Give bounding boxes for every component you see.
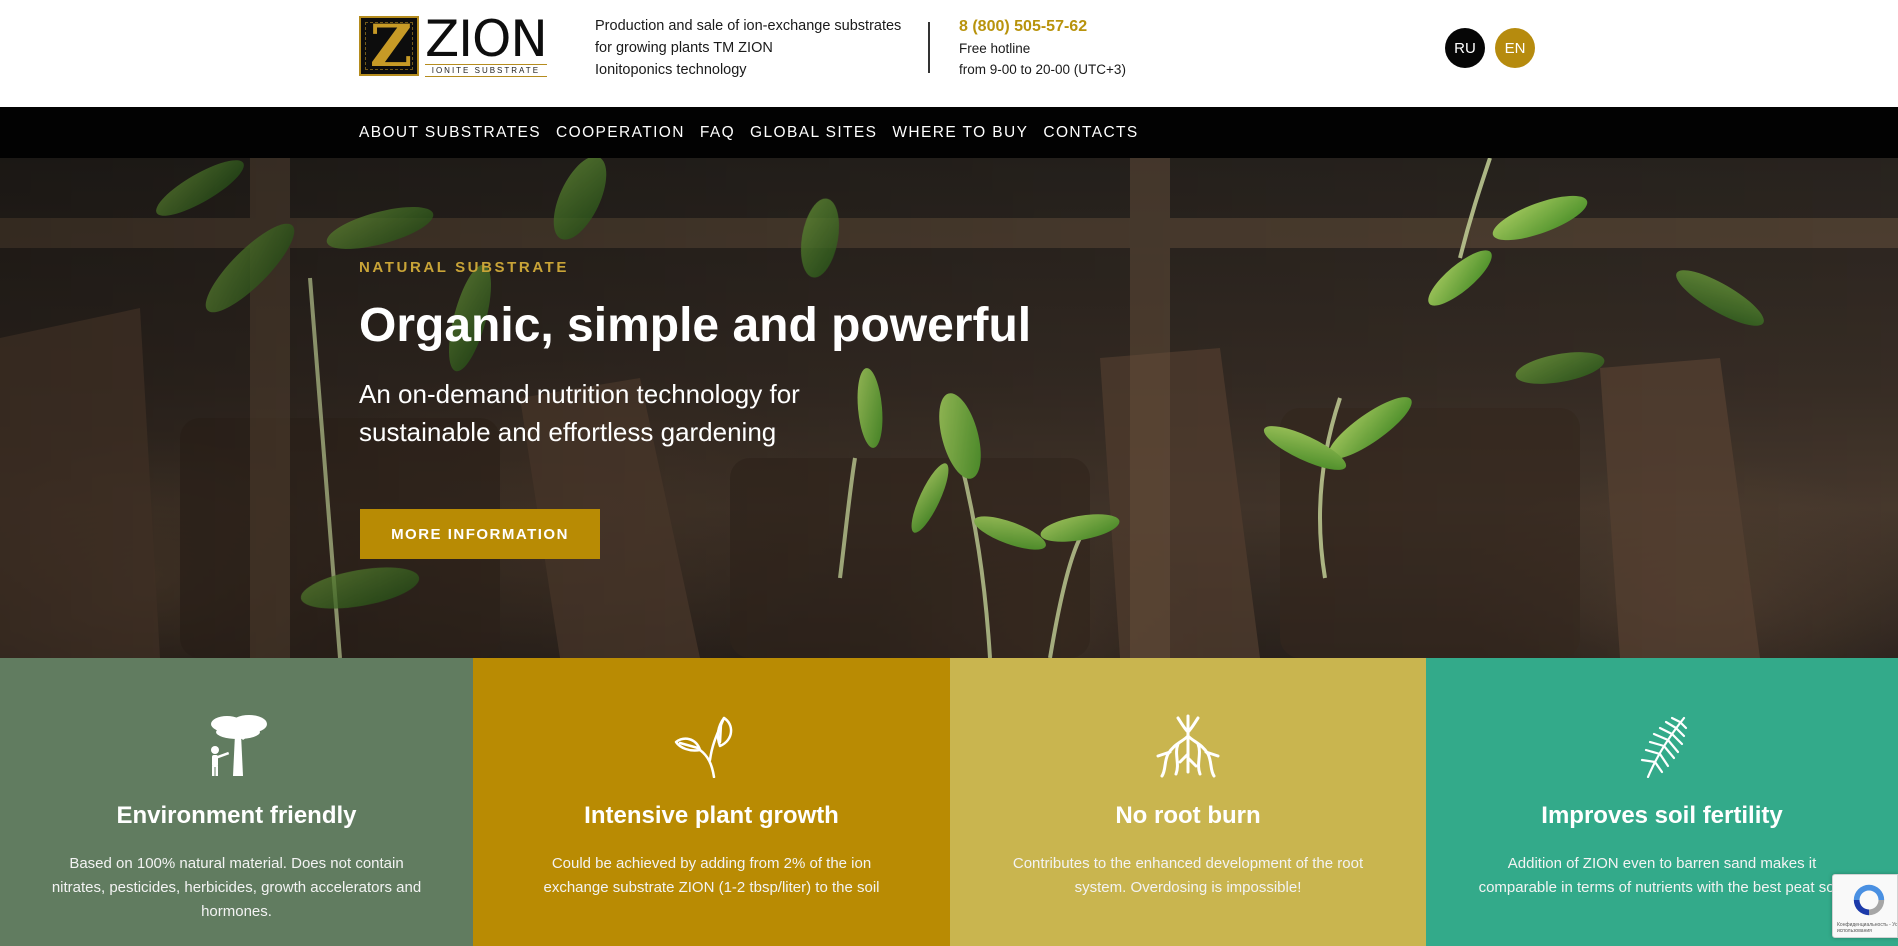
zion-logo[interactable]: Z ZION IONITE SUBSTRATE — [359, 9, 569, 77]
logo-wordmark: ZION — [425, 9, 548, 68]
feature-description: Contributes to the enhanced development … — [1012, 855, 1364, 896]
hero-title: Organic, simple and powerful — [359, 299, 1032, 352]
nav-item-cooperation[interactable]: COOPERATION — [556, 124, 685, 142]
nav-item-contacts[interactable]: CONTACTS — [1043, 124, 1138, 142]
hero-eyebrow: NATURAL SUBSTRATE — [359, 259, 570, 276]
feature-description: Could be achieved by adding from 2% of t… — [543, 855, 880, 896]
feature-description: Based on 100% natural material. Does not… — [51, 855, 422, 920]
recaptcha-text: Конфиденциальность - Условия использован… — [1837, 922, 1898, 934]
nav-item-about-substrates[interactable]: ABOUT SUBSTRATES — [359, 124, 541, 142]
main-nav: ABOUT SUBSTRATES COOPERATION FAQ GLOBAL … — [0, 107, 1898, 158]
logo-subtitle: IONITE SUBSTRATE — [425, 63, 547, 77]
feature-title: Intensive plant growth — [584, 802, 839, 829]
nav-item-global-sites[interactable]: GLOBAL SITES — [750, 124, 877, 142]
site-header: Z ZION IONITE SUBSTRATE Production and s… — [0, 0, 1898, 107]
lang-ru-button[interactable]: RU — [1445, 28, 1485, 68]
feature-intensive-plant-growth: Intensive plant growth Could be achieved… — [473, 658, 950, 946]
nav-item-faq[interactable]: FAQ — [700, 124, 735, 142]
feature-title: No root burn — [1115, 802, 1261, 829]
hero-subtitle: An on-demand nutrition technology for su… — [359, 379, 800, 447]
header-divider — [928, 22, 930, 73]
more-information-button[interactable]: MORE INFORMATION — [360, 509, 600, 559]
features-strip: Environment friendly Based on 100% natur… — [0, 658, 1898, 946]
hotline-contact: 8 (800) 505-57-62 Free hotline from 9-00… — [959, 16, 1126, 80]
lang-en-button[interactable]: EN — [1495, 28, 1535, 68]
hotline-label: Free hotline — [959, 41, 1031, 56]
zion-logo-mark: Z — [359, 16, 419, 76]
hotline-hours: from 9-00 to 20-00 (UTC+3) — [959, 62, 1126, 77]
feature-title: Environment friendly — [116, 802, 357, 829]
recaptcha-badge[interactable]: Конфиденциальность - Условия использован… — [1832, 874, 1898, 938]
fern-icon — [1640, 716, 1688, 778]
feature-improves-soil-fertility: Improves soil fertility Addition of ZION… — [1426, 658, 1898, 946]
tree-icon — [210, 715, 267, 776]
hotline-phone-link[interactable]: 8 (800) 505-57-62 — [959, 16, 1126, 38]
feature-title: Improves soil fertility — [1541, 802, 1783, 829]
feature-no-root-burn: No root burn Contributes to the enhanced… — [950, 658, 1426, 946]
roots-icon — [1156, 714, 1220, 778]
company-tagline: Production and sale of ion-exchange subs… — [595, 18, 902, 78]
hero-banner: NATURAL SUBSTRATE Organic, simple and po… — [0, 158, 1898, 658]
recaptcha-icon — [1853, 884, 1885, 916]
feature-environment-friendly: Environment friendly Based on 100% natur… — [0, 658, 473, 946]
feature-description: Addition of ZION even to barren sand mak… — [1478, 855, 1846, 896]
sprout-icon — [674, 716, 732, 778]
nav-item-where-to-buy[interactable]: WHERE TO BUY — [892, 124, 1028, 142]
